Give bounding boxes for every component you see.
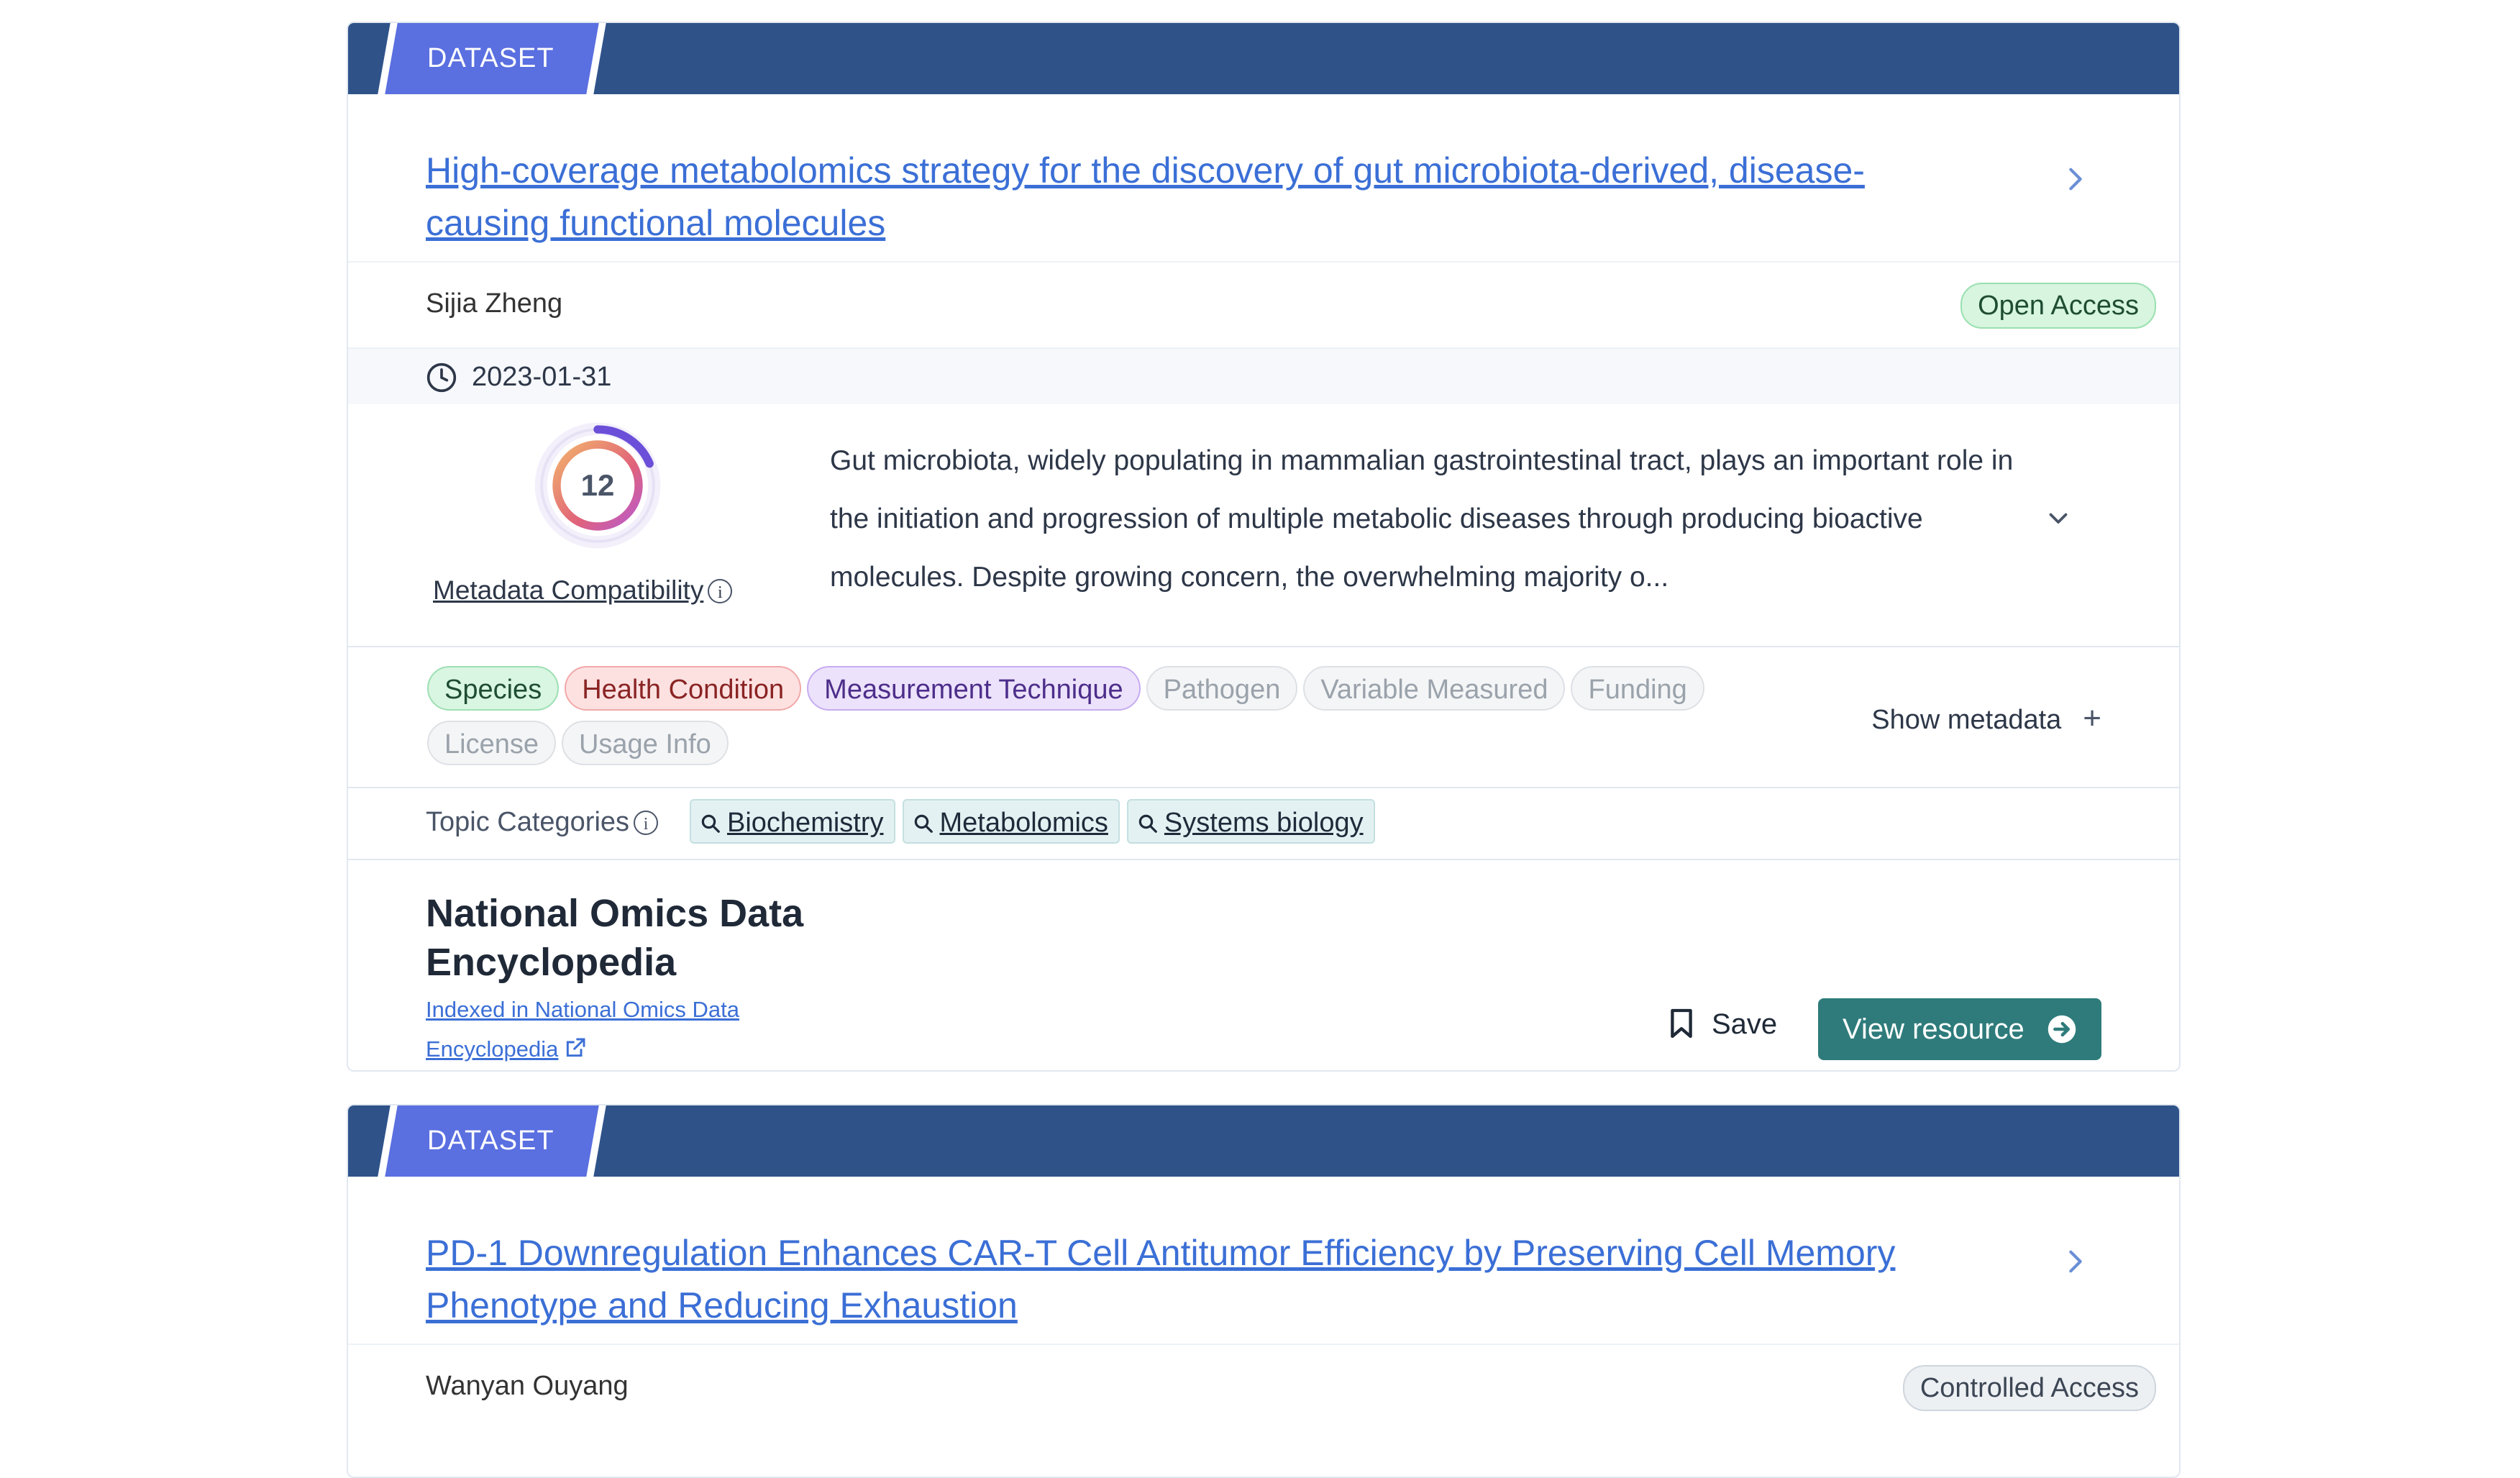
- date-row: 2023-01-31: [348, 347, 2179, 404]
- topic-list: Biochemistry Metabolomics Systems biology: [690, 799, 1382, 844]
- source-link[interactable]: Indexed in National Omics Data Encyclope…: [426, 990, 857, 1069]
- description: Gut microbiota, widely populating in mam…: [830, 445, 2014, 593]
- result-title-link[interactable]: High-coverage metabolomics strategy for …: [426, 145, 1936, 250]
- view-resource-button[interactable]: View resource: [1818, 998, 2101, 1060]
- author-row: Wanyan Ouyang Controlled Access: [348, 1344, 2179, 1430]
- topic-label[interactable]: Metabolomics: [940, 808, 1108, 838]
- save-button[interactable]: Save: [1668, 1003, 1777, 1046]
- chip-species: Species: [427, 666, 560, 711]
- metadata-row: Species Health Condition Measurement Techn…: [348, 646, 2179, 788]
- result-card: DATASET PD-1 Downregulation Enhances CAR…: [347, 1104, 2181, 1478]
- topic-categories-label: Topic Categories i: [426, 807, 659, 838]
- result-title-link[interactable]: PD-1 Downregulation Enhances CAR-T Cell …: [426, 1227, 1936, 1332]
- source-name: National Omics Data Encyclopedia: [426, 892, 804, 984]
- card-banner: DATASET: [348, 23, 2179, 94]
- info-icon[interactable]: i: [708, 579, 733, 603]
- author-row: Sijia Zheng Open Access: [348, 261, 2179, 347]
- author-name: Sijia Zheng: [426, 288, 563, 319]
- card-banner: DATASET: [348, 1105, 2179, 1177]
- topic-biochemistry[interactable]: Biochemistry: [690, 799, 895, 844]
- search-results: DATASET High-coverage metabolomics strat…: [0, 0, 2520, 1478]
- view-resource-label[interactable]: View resource: [1843, 1013, 2024, 1045]
- dataset-tag-label: DATASET: [427, 1126, 554, 1156]
- author-name: Wanyan Ouyang: [426, 1371, 629, 1401]
- chip-measurement-technique: Measurement Technique: [807, 666, 1141, 711]
- chevron-right-icon[interactable]: [2061, 165, 2090, 193]
- topic-categories-row: Topic Categories i Biochemistry Metabolomi…: [348, 787, 2179, 860]
- chip-license: License: [427, 721, 556, 765]
- compatibility-label-text[interactable]: Metadata Compatibility: [433, 575, 703, 605]
- plus-icon[interactable]: +: [2083, 701, 2101, 736]
- search-icon: [1138, 814, 1157, 833]
- result-card: DATASET High-coverage metabolomics strat…: [347, 22, 2181, 1072]
- dataset-tag-label: DATASET: [427, 43, 554, 73]
- topic-systems-biology[interactable]: Systems biology: [1126, 799, 1375, 844]
- bookmark-icon[interactable]: [1668, 1008, 1694, 1039]
- save-label[interactable]: Save: [1712, 1008, 1777, 1040]
- chip-pathogen: Pathogen: [1146, 666, 1298, 711]
- title-row[interactable]: High-coverage metabolomics strategy for …: [348, 94, 2179, 263]
- chip-funding: Funding: [1571, 666, 1704, 711]
- topic-metabolomics[interactable]: Metabolomics: [902, 799, 1120, 844]
- chevron-right-icon[interactable]: [2061, 1247, 2090, 1276]
- access-badge: Controlled Access: [1902, 1365, 2156, 1411]
- chip-usage-info: Usage Info: [561, 721, 729, 765]
- show-metadata-label[interactable]: Show metadata: [1871, 705, 2061, 735]
- arrow-right-circle-icon[interactable]: [2047, 1014, 2077, 1044]
- title-row[interactable]: PD-1 Downregulation Enhances CAR-T Cell …: [348, 1177, 2179, 1345]
- topic-label[interactable]: Systems biology: [1164, 808, 1364, 838]
- source-area: National Omics Data Encyclopedia Indexed…: [348, 859, 2179, 1070]
- summary-area: 12 Metadata Compatibility i Gut microbiot…: [348, 403, 2179, 647]
- compatibility-score: 12: [580, 468, 615, 502]
- chip-variable-measured: Variable Measured: [1303, 666, 1566, 711]
- access-badge: Open Access: [1960, 283, 2156, 329]
- external-link-icon[interactable]: [564, 1036, 587, 1059]
- search-icon: [914, 814, 933, 833]
- info-icon[interactable]: i: [634, 811, 659, 835]
- compatibility-label[interactable]: Metadata Compatibility i: [433, 575, 733, 606]
- topic-label[interactable]: Biochemistry: [727, 808, 884, 838]
- clock-icon: [426, 362, 457, 393]
- show-metadata-button[interactable]: Show metadata +: [1871, 701, 2101, 736]
- search-icon: [701, 814, 720, 833]
- metadata-chips: Species Health Condition Measurement Techn…: [427, 666, 1794, 775]
- topic-categories-text: Topic Categories: [426, 807, 630, 837]
- chip-health-condition: Health Condition: [565, 666, 802, 711]
- chevron-down-icon[interactable]: [2045, 505, 2071, 531]
- publication-date: 2023-01-31: [472, 362, 612, 392]
